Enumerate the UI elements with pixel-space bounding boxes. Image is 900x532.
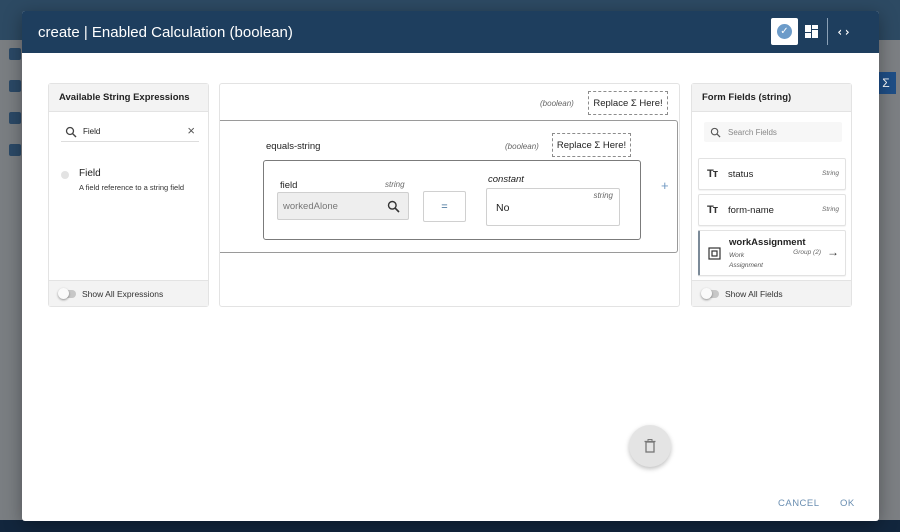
expression-item[interactable]: Field A field reference to a string fiel… — [61, 168, 201, 194]
field-card-work-assignment[interactable]: workAssignment Work Assignment Group (2)… — [698, 230, 846, 276]
ok-button[interactable]: OK — [840, 498, 855, 509]
trash-icon — [644, 439, 656, 453]
equals-replace-button[interactable]: Replace Σ Here! — [552, 133, 631, 157]
search-value: Field — [83, 127, 101, 136]
header-divider — [827, 18, 828, 45]
field-name: form-name — [728, 205, 774, 216]
code-icon: ‹› — [836, 24, 851, 39]
code-view-button[interactable]: ‹› — [830, 18, 857, 45]
gear-icon — [9, 144, 21, 156]
validate-button[interactable]: ✓ — [771, 18, 798, 45]
operator-box[interactable]: = — [423, 191, 466, 222]
cancel-button[interactable]: CANCEL — [778, 498, 820, 509]
expression-dot — [61, 171, 69, 179]
field-label: field — [280, 180, 298, 191]
add-icon[interactable]: + — [661, 178, 669, 193]
search-icon — [710, 127, 721, 138]
app-right-sidebar: Σ — [876, 40, 900, 520]
constant-input[interactable]: string No — [486, 188, 620, 226]
field-name: workAssignment — [729, 237, 806, 248]
field-subtitle: Work Assignment — [729, 252, 763, 269]
toggle-switch — [58, 287, 76, 299]
constant-label: constant — [488, 174, 524, 185]
constant-value: No — [496, 202, 510, 214]
search-icon[interactable] — [387, 200, 400, 213]
equals-label: equals-string — [266, 141, 321, 152]
show-all-expressions-toggle[interactable]: Show All Expressions — [49, 280, 208, 306]
toggle-label: Show All Fields — [725, 288, 783, 299]
equals-type-note: (boolean) — [505, 142, 539, 151]
text-type-icon: Tт — [707, 204, 718, 216]
comparison-block: field string workedAlone = constant stri… — [263, 160, 641, 240]
calculation-dialog: create | Enabled Calculation (boolean) ✓… — [22, 11, 879, 521]
puzzle-icon — [9, 112, 21, 124]
field-type: Group (2) — [793, 249, 821, 256]
outer-replace-button[interactable]: Replace Σ Here! — [588, 91, 668, 115]
arrow-right-icon[interactable]: → — [827, 245, 839, 259]
field-type: String — [822, 170, 839, 177]
available-expressions-panel: Available String Expressions Field × Fie… — [48, 83, 209, 307]
layers-icon — [9, 48, 21, 60]
expression-description: A field reference to a string field — [79, 183, 185, 192]
delete-button[interactable] — [629, 425, 671, 467]
text-type-icon: Tт — [707, 168, 718, 180]
header-actions: ✓ ‹› — [771, 18, 857, 45]
panel-title: Available String Expressions — [49, 84, 208, 112]
visual-view-button[interactable] — [798, 18, 825, 45]
group-icon — [708, 247, 721, 260]
field-reference-input[interactable]: workedAlone — [277, 192, 409, 220]
dialog-header: create | Enabled Calculation (boolean) — [22, 11, 879, 53]
expression-search-input[interactable]: Field × — [61, 122, 199, 142]
field-card-form-name[interactable]: Tт form-name String — [698, 194, 846, 226]
app-bottom-bar — [0, 520, 900, 532]
field-name: status — [728, 169, 754, 180]
clear-search-icon[interactable]: × — [187, 124, 195, 137]
form-fields-panel: Form Fields (string) Search Fields Tт st… — [691, 83, 852, 307]
outer-type-note: (boolean) — [540, 99, 574, 108]
field-value: workedAlone — [283, 200, 338, 212]
search-icon — [65, 126, 77, 137]
sigma-icon: Σ — [876, 72, 896, 94]
toggle-label: Show All Expressions — [82, 288, 164, 299]
show-all-fields-toggle[interactable]: Show All Fields — [692, 280, 851, 306]
field-type: String — [822, 206, 839, 213]
panel-title: Form Fields (string) — [692, 84, 851, 112]
field-card-status[interactable]: Tт status String — [698, 158, 846, 190]
search-placeholder: Search Fields — [728, 127, 777, 137]
dashboard-icon — [9, 80, 21, 92]
dialog-title: create | Enabled Calculation (boolean) — [38, 23, 293, 41]
field-search-input[interactable]: Search Fields — [704, 122, 842, 142]
toggle-switch — [701, 287, 719, 299]
constant-type: string — [593, 191, 613, 200]
expression-canvas: (boolean) Replace Σ Here! equals-string … — [219, 83, 680, 307]
expression-name: Field — [79, 168, 101, 179]
check-circle-icon: ✓ — [777, 24, 792, 39]
field-type: string — [385, 180, 405, 189]
dashboard-icon — [805, 25, 818, 38]
